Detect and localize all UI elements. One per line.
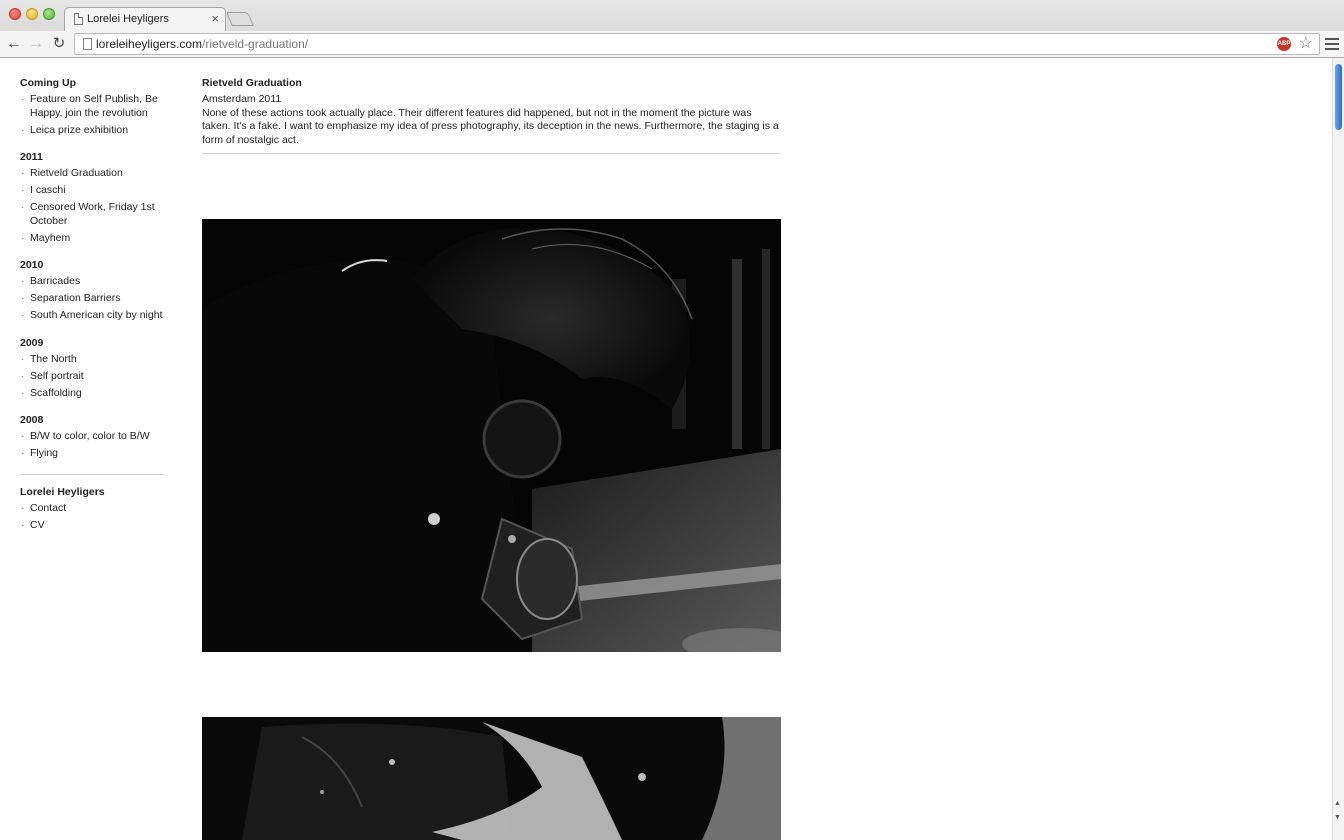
sidebar-section-title: 2011 [20, 151, 43, 163]
bookmark-star-icon[interactable]: ☆ [1299, 34, 1313, 54]
sidebar-item-flying[interactable]: Flying [20, 447, 164, 461]
window-maximize-button[interactable] [43, 8, 55, 20]
page-favicon-icon [74, 13, 83, 25]
sidebar-section-title: Coming Up [20, 77, 76, 89]
scrollbar-thumb[interactable] [1335, 64, 1342, 130]
vertical-scrollbar[interactable]: ▲ ▼ [1332, 58, 1344, 840]
sidebar-item-i-caschi[interactable]: I caschi [20, 184, 164, 198]
post-content: Rietveld Graduation Amsterdam 2011 None … [202, 76, 781, 154]
sidebar-item-rietveld-graduation[interactable]: Rietveld Graduation [20, 167, 164, 181]
browser-chrome: Lorelei Heyligers × ← → ↻ loreleiheylige… [0, 0, 1344, 58]
sidebar-section-2010: 2010 Barricades Separation Barriers Sout… [20, 258, 164, 323]
sidebar-item-south-american-city[interactable]: South American city by night [20, 309, 164, 323]
url-path: /rietveld-graduation/ [202, 37, 309, 51]
sidebar-item-barricades[interactable]: Barricades [20, 275, 164, 289]
adblock-icon[interactable]: ABP [1277, 37, 1291, 51]
sidebar-item-leica-prize[interactable]: Leica prize exhibition [20, 124, 164, 138]
url-host: loreleiheyligers.com [96, 37, 203, 51]
sidebar-section-about: Lorelei Heyligers Contact CV [20, 485, 164, 533]
browser-tab[interactable]: Lorelei Heyligers × [64, 7, 226, 31]
reload-icon[interactable]: ↻ [50, 34, 68, 54]
sidebar-section-title: 2008 [20, 414, 44, 426]
sidebar-section-coming-up: Coming Up Feature on Self Publish, Be Ha… [20, 76, 164, 137]
sidebar-nav: Coming Up Feature on Self Publish, Be Ha… [20, 76, 164, 545]
sidebar-item-separation-barriers[interactable]: Separation Barriers [20, 292, 164, 306]
new-tab-button[interactable] [226, 12, 254, 26]
url-text: loreleiheyligers.com/rietveld-graduation… [96, 37, 308, 51]
tab-close-icon[interactable]: × [211, 11, 219, 27]
browser-menu-icon[interactable] [1324, 35, 1340, 53]
post-photo-1 [202, 219, 781, 652]
sidebar-section-title: 2010 [20, 259, 44, 271]
tab-title: Lorelei Heyligers [87, 13, 169, 25]
sidebar-item-the-north[interactable]: The North [20, 353, 164, 367]
post-description: None of these actions took actually plac… [202, 106, 779, 146]
post-photo-2 [202, 717, 781, 840]
sidebar-divider [20, 473, 164, 475]
back-arrow-icon[interactable]: ← [5, 34, 23, 54]
sidebar-item-feature-self-publish[interactable]: Feature on Self Publish, Be Happy, join … [20, 93, 164, 120]
address-bar[interactable]: loreleiheyligers.com/rietveld-graduation… [74, 33, 1320, 55]
window-close-button[interactable] [9, 8, 21, 20]
sidebar-item-censored-work[interactable]: Censored Work, Friday 1st October [20, 201, 164, 228]
sidebar-section-2009: 2009 The North Self portrait Scaffolding [20, 336, 164, 401]
sidebar-item-bw-to-color[interactable]: B/W to color, color to B/W [20, 430, 164, 444]
scroll-up-arrow-icon[interactable]: ▲ [1334, 800, 1341, 807]
forward-arrow-icon[interactable]: → [27, 34, 45, 54]
post-title: Rietveld Graduation [202, 77, 302, 89]
window-minimize-button[interactable] [26, 8, 38, 20]
sidebar-about-title[interactable]: Lorelei Heyligers [20, 485, 164, 499]
sidebar-section-2011: 2011 Rietveld Graduation I caschi Censor… [20, 150, 164, 245]
post-place: Amsterdam 2011 [202, 93, 282, 105]
browser-toolbar: ← → ↻ loreleiheyligers.com/rietveld-grad… [0, 31, 1344, 57]
sidebar-item-contact[interactable]: Contact [20, 502, 164, 516]
post-divider [202, 153, 780, 154]
sidebar-item-cv[interactable]: CV [20, 519, 164, 533]
scroll-down-arrow-icon[interactable]: ▼ [1334, 814, 1341, 821]
sidebar-item-self-portrait[interactable]: Self portrait [20, 370, 164, 384]
page-icon [83, 38, 92, 50]
sidebar-section-2008: 2008 B/W to color, color to B/W Flying [20, 413, 164, 461]
sidebar-item-mayhem[interactable]: Mayhem [20, 232, 164, 246]
sidebar-section-title: 2009 [20, 336, 44, 349]
sidebar-item-scaffolding[interactable]: Scaffolding [20, 387, 164, 401]
